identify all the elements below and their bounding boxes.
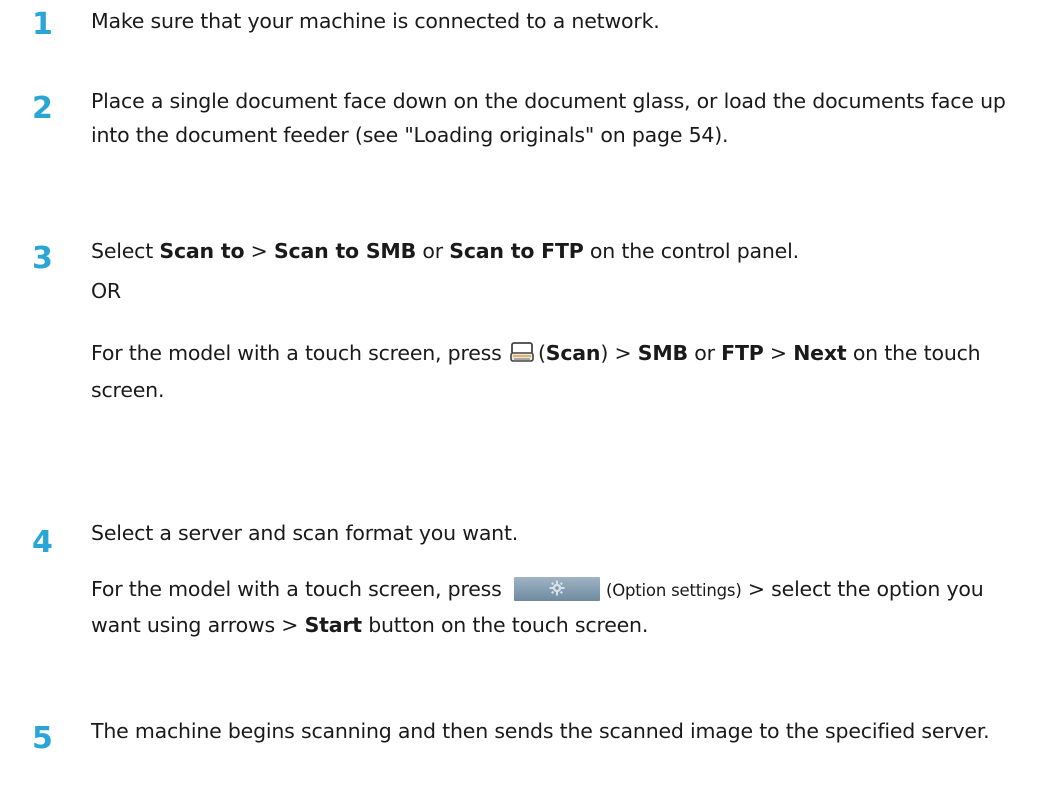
step-1-text: Make sure that your machine is connected… <box>91 9 660 33</box>
option-settings-button <box>513 577 600 601</box>
step-4-text: Select a server and scan format you want… <box>91 521 519 545</box>
instruction-page: 1 Make sure that your machine is connect… <box>0 0 1052 797</box>
step-number: 1 <box>32 7 53 42</box>
step-text: Select a server and scan format you want… <box>91 516 1036 642</box>
step-number: 2 <box>32 91 53 126</box>
label-option-settings: (Option settings) <box>605 581 742 600</box>
step-2-text: Place a single document face down on the… <box>91 89 1006 147</box>
paren: ( <box>537 341 546 365</box>
or-label: OR <box>91 279 121 303</box>
gear-icon <box>549 580 565 596</box>
scanner-icon <box>510 339 534 373</box>
menu-scan-to-smb: Scan to SMB <box>273 239 417 263</box>
step-text: Select Scan to > Scan to SMB or Scan to … <box>91 234 1036 407</box>
separator: > <box>244 239 274 263</box>
label-next: Next <box>793 341 847 365</box>
text-or: or <box>687 341 722 365</box>
step-text: Place a single document face down on the… <box>91 84 1036 152</box>
text-select: Select <box>91 239 154 263</box>
label-smb: SMB <box>637 341 688 365</box>
step-text: The machine begins scanning and then sen… <box>91 714 1036 748</box>
step-text: Make sure that your machine is connected… <box>91 4 1036 38</box>
text-end: on the control panel. <box>583 239 799 263</box>
text-touch-prefix: For the model with a touch screen, press <box>91 577 508 601</box>
text-or: or <box>416 239 450 263</box>
text-touch-prefix: For the model with a touch screen, press <box>91 341 508 365</box>
step-number: 3 <box>32 241 53 276</box>
menu-scan-to: Scan to <box>159 239 245 263</box>
separator: ) > <box>600 341 638 365</box>
step-number: 5 <box>32 721 53 756</box>
label-scan: Scan <box>545 341 601 365</box>
menu-scan-to-ftp: Scan to FTP <box>449 239 584 263</box>
label-start: Start <box>304 613 363 637</box>
step-5-text: The machine begins scanning and then sen… <box>91 719 990 743</box>
step-number: 4 <box>32 525 53 560</box>
step-3-line-1: Select Scan to > Scan to SMB or Scan to … <box>91 234 1036 268</box>
step-3-touch-text: For the model with a touch screen, press… <box>91 336 1036 407</box>
separator: > <box>763 341 794 365</box>
text-end: button on the touch screen. <box>361 613 649 637</box>
step-4-touch-text: For the model with a touch screen, press… <box>91 572 1036 642</box>
label-ftp: FTP <box>721 341 764 365</box>
